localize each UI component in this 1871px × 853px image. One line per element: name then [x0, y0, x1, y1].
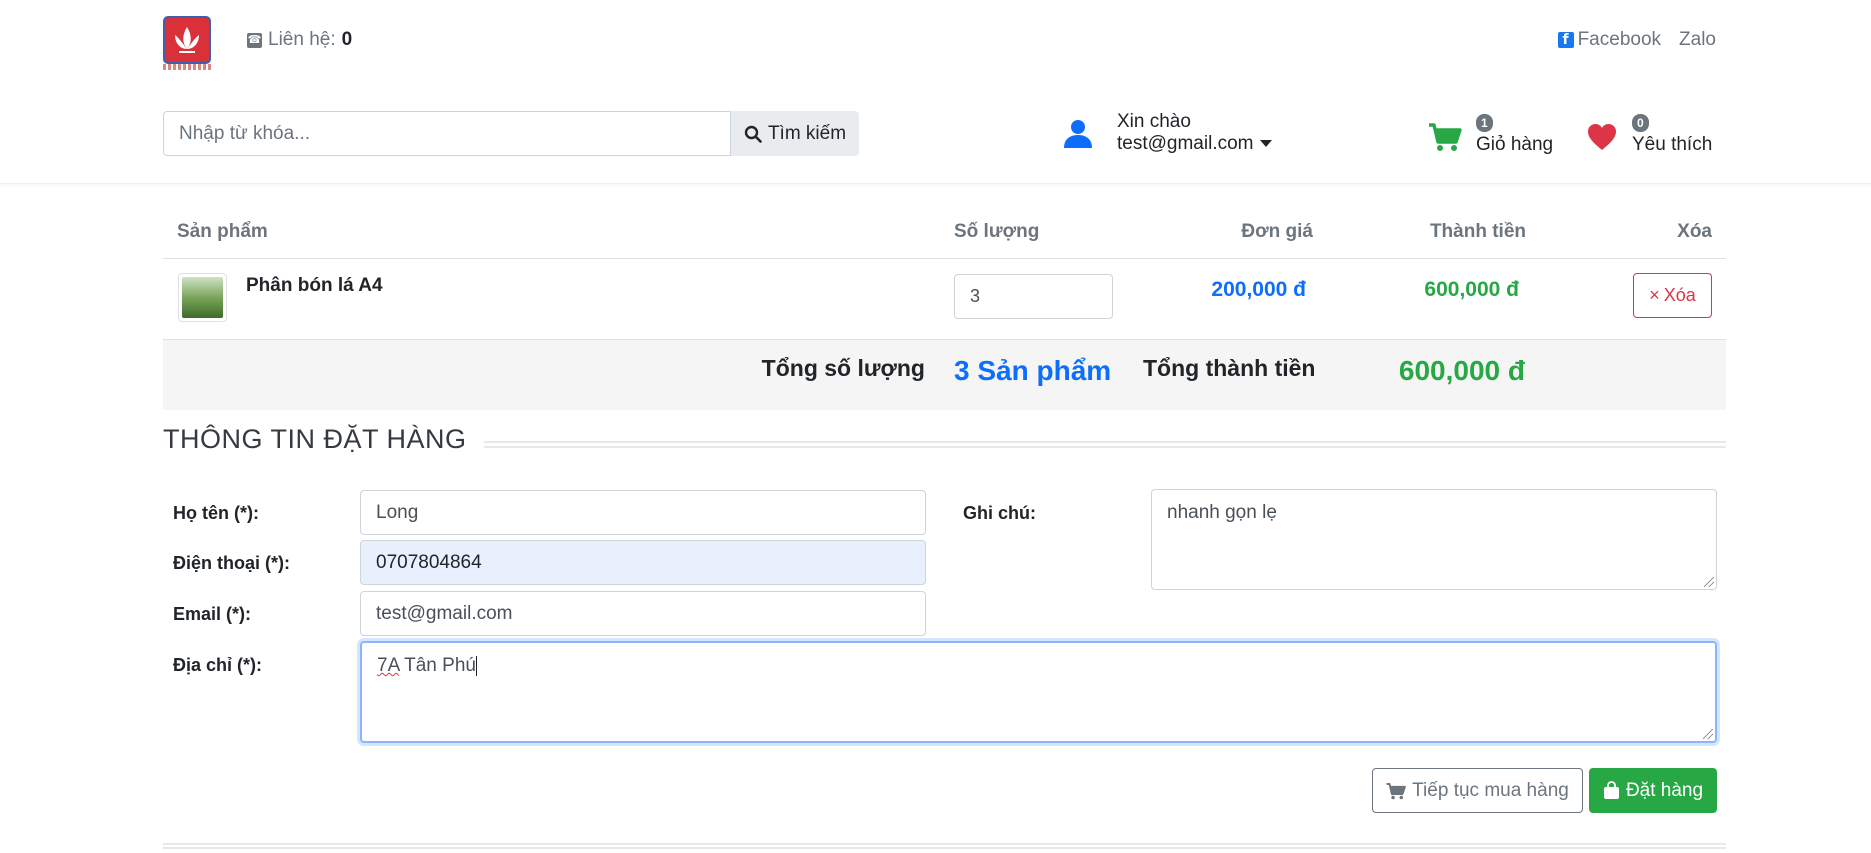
resize-handle-icon[interactable] — [1703, 729, 1713, 739]
user-email: test@gmail.com — [1117, 133, 1254, 154]
note-label: Ghi chú: — [963, 503, 1036, 523]
cart-counter: 1 Giỏ hàng — [1476, 111, 1553, 156]
resize-handle-icon[interactable] — [1704, 577, 1714, 587]
line-total: 600,000 đ — [1424, 278, 1519, 301]
cart-icon — [1429, 123, 1462, 151]
greeting: Xin chào — [1117, 111, 1191, 132]
product-thumbnail[interactable] — [178, 273, 227, 322]
user-icon — [1064, 120, 1092, 148]
phone-icon: ☎ — [247, 32, 262, 48]
cart-table: Sản phẩm Số lượng Đơn giá Thành tiền Xóa… — [163, 208, 1726, 410]
col-quantity: Số lượng — [954, 221, 1040, 242]
search-placeholder: Nhập từ khóa... — [179, 123, 311, 144]
user-menu[interactable]: Xin chào test@gmail.com — [1063, 111, 1272, 155]
social-links: f Facebook Zalo — [1557, 29, 1716, 51]
delete-label: Xóa — [1663, 285, 1696, 305]
shopping-bag-icon — [1603, 781, 1619, 799]
user-text: Xin chào test@gmail.com — [1117, 111, 1272, 155]
place-order-label: Đặt hàng — [1625, 779, 1704, 801]
total-amount-label: Tổng thành tiền — [1143, 355, 1316, 381]
facebook-icon: f — [1557, 32, 1574, 48]
name-label: Họ tên (*): — [173, 503, 259, 523]
search-icon — [744, 125, 762, 143]
cart-icon — [1386, 782, 1406, 799]
unit-price: 200,000 đ — [1211, 278, 1306, 301]
cart-row: Phân bón lá A4 3 200,000 đ 600,000 đ × X… — [163, 259, 1726, 340]
close-icon: × — [1649, 285, 1660, 305]
heart-icon — [1588, 124, 1616, 150]
product-name[interactable]: Phân bón lá A4 — [246, 275, 383, 297]
contact-label: Liên hệ: — [268, 29, 336, 50]
text-cursor — [475, 655, 477, 676]
total-qty-value: 3 Sản phẩm — [954, 355, 1112, 386]
address-label: Địa chỉ (*): — [173, 655, 263, 675]
bottom-divider — [163, 843, 1726, 849]
col-delete: Xóa — [1677, 221, 1712, 242]
wishlist-count-badge: 0 — [1632, 114, 1649, 132]
total-amount-value: 600,000 đ — [1398, 355, 1525, 386]
search-input[interactable]: Nhập từ khóa... — [163, 111, 731, 156]
wishlist-counter: 0 Yêu thích — [1632, 111, 1712, 156]
site-logo[interactable] — [163, 16, 211, 64]
cart-link[interactable]: 1 Giỏ hàng — [1428, 111, 1553, 156]
cart-count-badge: 1 — [1476, 114, 1493, 132]
site-header: ☎ Liên hệ: 0 f Facebook Zalo Nhập từ khó… — [0, 0, 1871, 184]
total-qty-label: Tổng số lượng — [761, 355, 925, 381]
search-bar: Nhập từ khóa... Tìm kiếm — [163, 111, 859, 156]
delete-item-button[interactable]: × Xóa — [1633, 273, 1712, 318]
user-email-row[interactable]: test@gmail.com — [1117, 133, 1272, 155]
contact-value: 0 — [341, 29, 353, 50]
quantity-input[interactable]: 3 — [954, 274, 1113, 319]
wishlist-link[interactable]: 0 Yêu thích — [1586, 111, 1712, 156]
phone-label: Điện thoại (*): — [173, 553, 290, 573]
continue-shopping-label: Tiếp tục mua hàng — [1412, 779, 1569, 801]
zalo-link[interactable]: Zalo — [1679, 29, 1716, 51]
search-button[interactable]: Tìm kiếm — [731, 111, 859, 156]
col-unit-price: Đơn giá — [1241, 221, 1313, 242]
address-value-part1: 7A — [377, 655, 400, 676]
contact-info: ☎ Liên hệ: 0 — [247, 29, 352, 51]
email-input[interactable]: test@gmail.com — [360, 591, 926, 636]
continue-shopping-button[interactable]: Tiếp tục mua hàng — [1372, 768, 1583, 813]
logo-caption — [163, 64, 213, 70]
cart-table-header: Sản phẩm Số lượng Đơn giá Thành tiền Xóa — [163, 208, 1726, 259]
facebook-label: Facebook — [1577, 29, 1662, 50]
address-textarea[interactable]: 7A Tân Phú — [360, 641, 1717, 743]
section-divider — [484, 441, 1726, 448]
search-button-label: Tìm kiếm — [767, 122, 847, 144]
place-order-button[interactable]: Đặt hàng — [1589, 768, 1717, 813]
facebook-link[interactable]: f Facebook — [1557, 29, 1662, 51]
note-value: nhanh gọn lẹ — [1167, 502, 1277, 523]
note-textarea[interactable]: nhanh gọn lẹ — [1151, 489, 1717, 590]
phone-input[interactable]: 0707804864 — [360, 540, 926, 585]
cart-label: Giỏ hàng — [1476, 134, 1554, 155]
lotus-icon — [175, 27, 199, 53]
cart-summary: Tổng số lượng 3 Sản phẩm Tổng thành tiền… — [163, 340, 1726, 410]
order-section-title: THÔNG TIN ĐẶT HÀNG — [163, 424, 467, 454]
address-value-part2: Tân Phú — [399, 655, 476, 676]
product-image — [182, 277, 223, 318]
wishlist-label: Yêu thích — [1632, 134, 1713, 155]
col-line-total: Thành tiền — [1429, 221, 1526, 242]
caret-down-icon — [1259, 140, 1272, 148]
col-product: Sản phẩm — [177, 221, 268, 242]
email-label: Email (*): — [173, 604, 252, 624]
name-input[interactable]: Long — [360, 490, 926, 535]
